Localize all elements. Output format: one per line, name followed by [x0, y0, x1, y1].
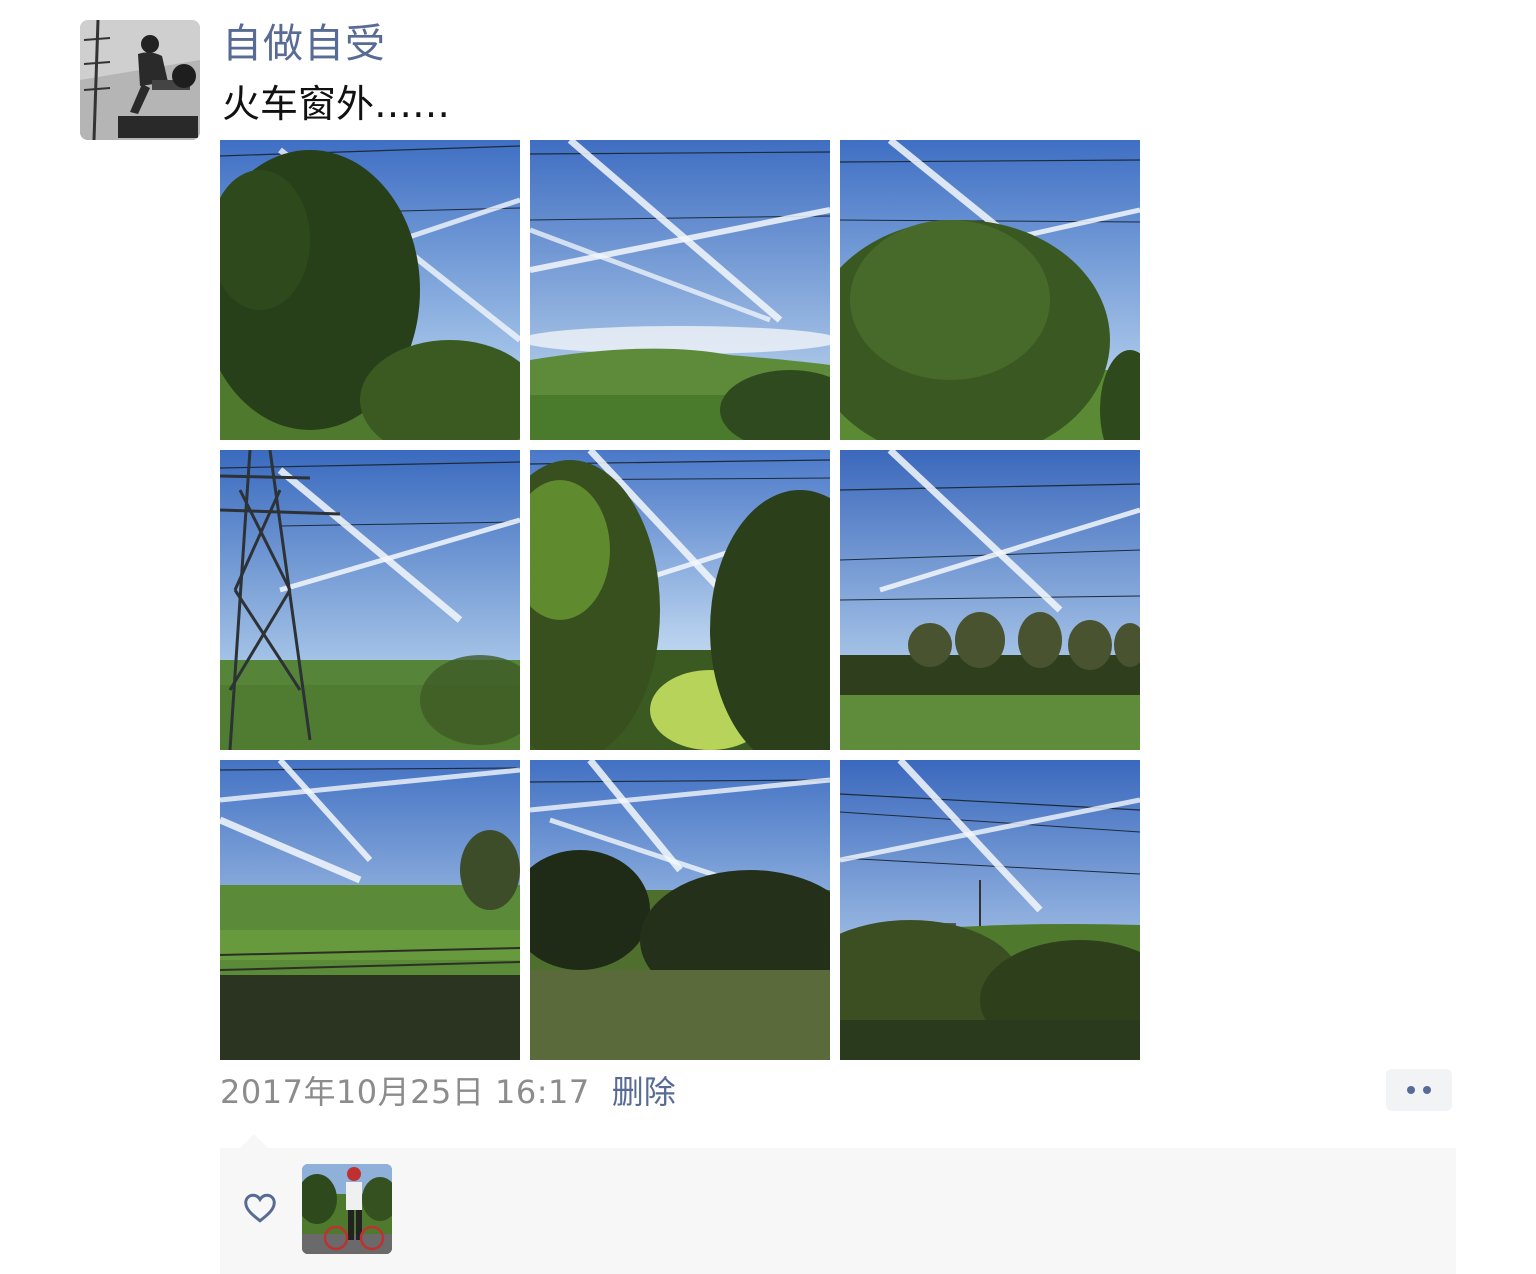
liker-avatar-image [302, 1164, 392, 1254]
liker-avatar[interactable] [302, 1164, 392, 1254]
photo-8[interactable] [530, 760, 830, 1060]
more-dots-icon-dot [1423, 1086, 1431, 1094]
post-meta-row: 2017年10月25日 16:17 删除 [220, 1066, 676, 1114]
likes-panel-arrow [240, 1134, 268, 1148]
post-timestamp: 2017年10月25日 16:17 [220, 1073, 590, 1111]
more-actions-button[interactable] [1386, 1069, 1452, 1111]
post-text: 火车窗外…… [222, 82, 451, 126]
photo-1[interactable] [220, 140, 520, 440]
photo-6[interactable] [840, 450, 1140, 750]
photo-5[interactable] [530, 450, 830, 750]
more-dots-icon [1407, 1086, 1415, 1094]
photo-4[interactable] [220, 450, 520, 750]
heart-outline-icon [244, 1193, 276, 1223]
photo-9[interactable] [840, 760, 1140, 1060]
photo-grid [220, 140, 1140, 1060]
author-avatar[interactable] [80, 20, 200, 140]
photo-2[interactable] [530, 140, 830, 440]
author-avatar-image [80, 20, 200, 140]
author-name[interactable]: 自做自受 [222, 18, 386, 70]
delete-link[interactable]: 删除 [612, 1067, 676, 1113]
photo-7[interactable] [220, 760, 520, 1060]
photo-3[interactable] [840, 140, 1140, 440]
moments-post: 自做自受 火车窗外…… 2017年10月25日 16:17 删除 [0, 0, 1536, 1274]
likes-panel [220, 1148, 1456, 1274]
